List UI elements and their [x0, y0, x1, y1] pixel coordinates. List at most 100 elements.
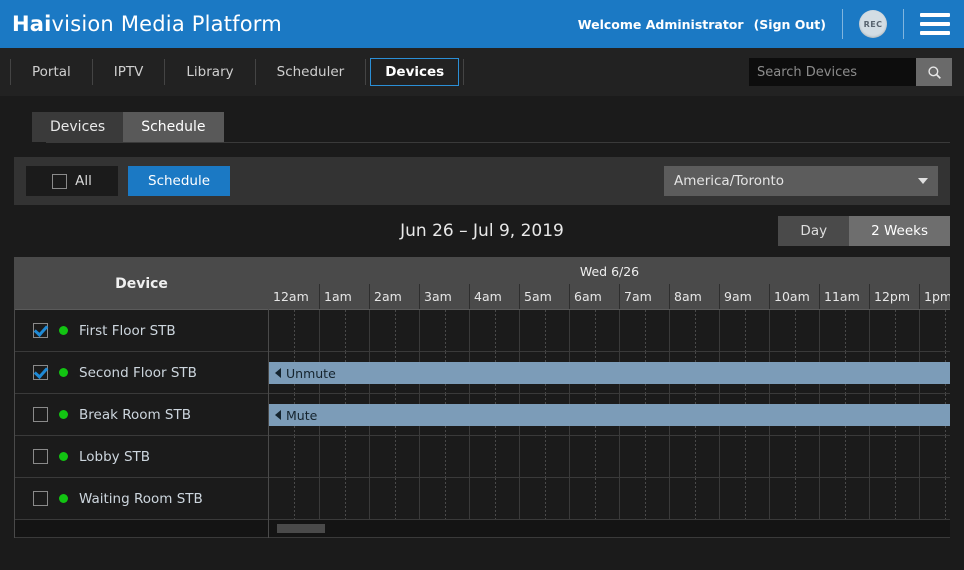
timeline-cell[interactable] — [469, 310, 519, 351]
timezone-select[interactable]: America/Toronto — [664, 166, 938, 196]
device-checkbox[interactable] — [33, 449, 48, 464]
tab-schedule[interactable]: Schedule — [123, 112, 223, 142]
device-row[interactable]: Waiting Room STB — [15, 478, 268, 520]
schedule-button[interactable]: Schedule — [128, 166, 230, 196]
header-divider-1 — [842, 9, 843, 39]
nav-divider — [365, 59, 366, 85]
timeline-cell[interactable] — [269, 478, 319, 519]
timeline-row[interactable]: Unmute — [269, 352, 950, 394]
sub-tab-underline — [46, 142, 950, 143]
hour-header-row: 12am1am2am3am4am5am6am7am8am9am10am11am1… — [269, 284, 950, 310]
hour-header-cell: 5am — [519, 284, 569, 309]
triangle-left-icon — [275, 368, 281, 378]
timeline-cell[interactable] — [619, 478, 669, 519]
device-checkbox[interactable] — [33, 323, 48, 338]
device-row[interactable]: First Floor STB — [15, 310, 268, 352]
timeline-cell[interactable] — [369, 478, 419, 519]
tab-devices[interactable]: Devices — [32, 112, 123, 142]
device-row[interactable]: Break Room STB — [15, 394, 268, 436]
timeline-cell[interactable] — [419, 436, 469, 477]
rec-label: REC — [864, 20, 883, 29]
select-all-group[interactable]: All — [26, 166, 118, 196]
timeline-cell[interactable] — [769, 310, 819, 351]
timeline-cell[interactable] — [469, 478, 519, 519]
nav-item-portal[interactable]: Portal — [17, 58, 86, 86]
timeline-row[interactable]: Mute — [269, 394, 950, 436]
timeline-cell[interactable] — [519, 310, 569, 351]
timeline-cell[interactable] — [719, 478, 769, 519]
device-rows-container: First Floor STBSecond Floor STBBreak Roo… — [15, 310, 268, 520]
timeline-cell[interactable] — [319, 310, 369, 351]
schedule-toolbar: All Schedule America/Toronto — [14, 157, 950, 205]
timeline-cell[interactable] — [269, 310, 319, 351]
timeline-cell[interactable] — [519, 478, 569, 519]
sign-out-link[interactable]: (Sign Out) — [754, 17, 826, 32]
nav-item-devices[interactable]: Devices — [370, 58, 459, 86]
timeline-cell[interactable] — [669, 310, 719, 351]
horizontal-scrollbar[interactable] — [269, 520, 950, 538]
timeline-cell[interactable] — [519, 436, 569, 477]
timeline-cell[interactable] — [769, 478, 819, 519]
nav-divider — [255, 59, 256, 85]
timeline-cell[interactable] — [569, 436, 619, 477]
hamburger-menu-icon[interactable] — [920, 13, 950, 35]
timeline-cell[interactable] — [369, 436, 419, 477]
timeline-cell[interactable] — [719, 310, 769, 351]
timeline-row[interactable] — [269, 436, 950, 478]
device-checkbox[interactable] — [33, 491, 48, 506]
status-dot-icon — [59, 326, 68, 335]
device-column-header: Device — [15, 258, 268, 310]
schedule-event-bar[interactable]: Mute — [269, 404, 950, 426]
timeline-cell[interactable] — [319, 436, 369, 477]
view-two-weeks-button[interactable]: 2 Weeks — [849, 216, 950, 246]
timeline-cell[interactable] — [819, 436, 869, 477]
timeline-cell[interactable] — [719, 436, 769, 477]
timeline-cell[interactable] — [569, 310, 619, 351]
timeline-cell[interactable] — [869, 310, 919, 351]
select-all-checkbox[interactable] — [52, 174, 67, 189]
timeline-cell[interactable] — [669, 436, 719, 477]
timeline-row[interactable] — [269, 310, 950, 352]
hour-header-cell: 12pm — [869, 284, 919, 309]
timeline-cell[interactable] — [619, 436, 669, 477]
timeline-cell[interactable] — [569, 478, 619, 519]
device-row[interactable]: Lobby STB — [15, 436, 268, 478]
search-button[interactable] — [916, 58, 952, 86]
timeline-cell[interactable] — [619, 310, 669, 351]
sub-tab-container: Devices Schedule — [0, 96, 964, 143]
header-divider-2 — [903, 9, 904, 39]
timeline-row[interactable] — [269, 478, 950, 520]
search-input[interactable] — [749, 58, 916, 86]
nav-items-list: Portal IPTV Library Scheduler Devices — [10, 48, 464, 96]
hour-header-cell: 7am — [619, 284, 669, 309]
timeline-cell[interactable] — [869, 478, 919, 519]
timeline-cell[interactable] — [919, 478, 950, 519]
timeline-cell[interactable] — [919, 310, 950, 351]
timeline-cell[interactable] — [819, 478, 869, 519]
timeline-cell[interactable] — [769, 436, 819, 477]
timeline-cell[interactable] — [419, 478, 469, 519]
timeline-cell[interactable] — [669, 478, 719, 519]
timeline-cell[interactable] — [469, 436, 519, 477]
timeline-cell[interactable] — [369, 310, 419, 351]
brand-rest-text: vision Media Platform — [52, 12, 282, 36]
schedule-event-bar[interactable]: Unmute — [269, 362, 950, 384]
nav-item-library[interactable]: Library — [171, 58, 248, 86]
timeline-cell[interactable] — [869, 436, 919, 477]
device-checkbox[interactable] — [33, 407, 48, 422]
timeline-cell[interactable] — [269, 436, 319, 477]
timeline-cell[interactable] — [419, 310, 469, 351]
device-row[interactable]: Second Floor STB — [15, 352, 268, 394]
nav-item-scheduler[interactable]: Scheduler — [262, 58, 360, 86]
hour-header-cell: 11am — [819, 284, 869, 309]
timeline-cell[interactable] — [919, 436, 950, 477]
record-button[interactable]: REC — [859, 10, 887, 38]
timeline-cell[interactable] — [819, 310, 869, 351]
view-day-button[interactable]: Day — [778, 216, 849, 246]
scrollbar-thumb[interactable] — [277, 524, 325, 533]
device-checkbox[interactable] — [33, 365, 48, 380]
nav-item-iptv[interactable]: IPTV — [99, 58, 159, 86]
hour-header-cell: 8am — [669, 284, 719, 309]
device-column-footer — [15, 520, 268, 538]
timeline-cell[interactable] — [319, 478, 369, 519]
